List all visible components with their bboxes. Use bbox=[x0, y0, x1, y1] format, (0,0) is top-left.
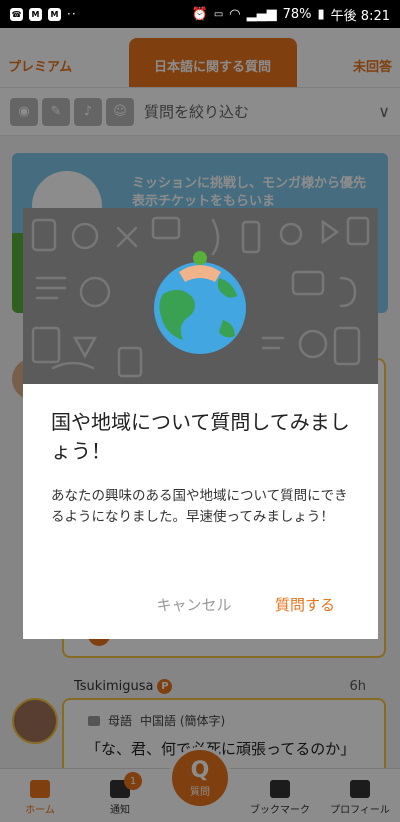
app-notification-icon: M bbox=[48, 7, 61, 21]
country-question-dialog: 国や地域について質問してみましょう！ あなたの興味のある国や地域について質問にで… bbox=[23, 208, 378, 639]
alarm-icon: ⏰ bbox=[191, 6, 208, 22]
more-notifications-indicator: ·· bbox=[67, 7, 77, 21]
wifi-icon: ◠ bbox=[229, 6, 241, 22]
status-left: ☎ M M ·· bbox=[10, 7, 77, 21]
ask-question-confirm-button[interactable]: 質問する bbox=[262, 590, 348, 618]
status-right: ⏰ ▭ ◠ ▂▄▆ 78% ▮ 午後 8:21 bbox=[192, 5, 390, 24]
cancel-button[interactable]: キャンセル bbox=[147, 590, 241, 618]
clock: 午後 8:21 bbox=[330, 8, 390, 24]
dialog-title: 国や地域について質問してみましょう！ bbox=[51, 410, 350, 463]
dialog-illustration bbox=[23, 208, 378, 384]
volte-icon: ▭ bbox=[213, 8, 224, 20]
signal-icon: ▂▄▆ bbox=[246, 6, 277, 22]
dialog-message: あなたの興味のある国や地域について質問にできるようになりました。早速使ってみまし… bbox=[51, 488, 348, 525]
status-bar: ☎ M M ·· ⏰ ▭ ◠ ▂▄▆ 78% ▮ 午後 8:21 bbox=[0, 0, 400, 28]
dialog-body: 国や地域について質問してみましょう！ あなたの興味のある国や地域について質問にで… bbox=[23, 384, 378, 639]
notification-icon: ☎ bbox=[10, 7, 23, 21]
doodle-pattern-image bbox=[31, 216, 370, 378]
battery-percent: 78% bbox=[282, 6, 312, 22]
app-notification-icon: M bbox=[29, 7, 42, 21]
battery-icon: ▮ bbox=[317, 6, 325, 22]
